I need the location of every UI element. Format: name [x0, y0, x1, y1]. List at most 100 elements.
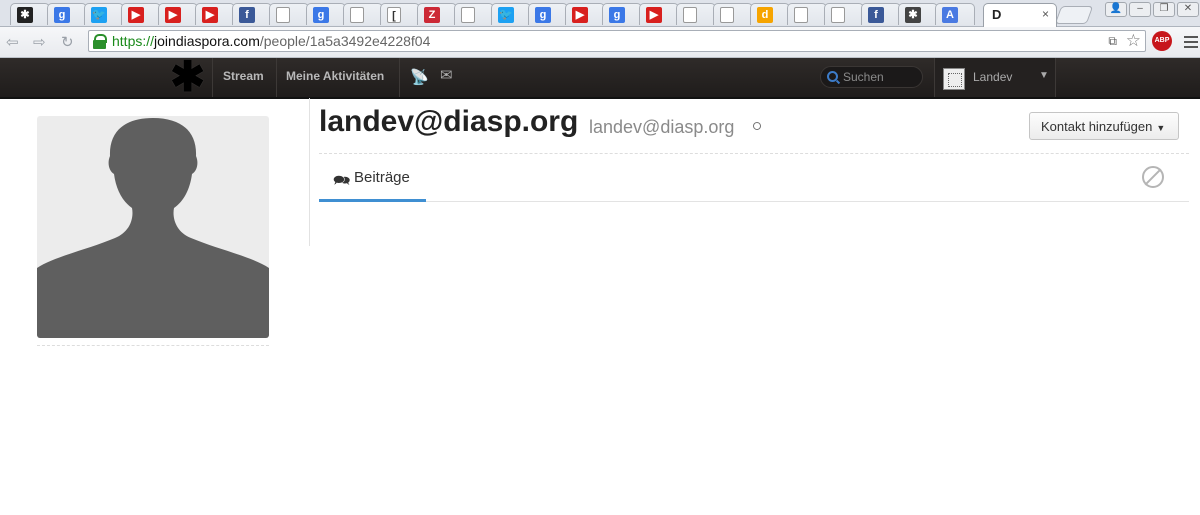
- url-text[interactable]: https://joindiaspora.com/people/1a5a3492…: [112, 33, 430, 49]
- browser-tab[interactable]: ▶: [195, 3, 235, 25]
- tab-favicon-page-icon: [350, 7, 364, 23]
- profile-header-divider: [319, 153, 1189, 154]
- tab-favicon-page-icon: [831, 7, 845, 23]
- back-button-icon[interactable]: ⇦: [6, 33, 19, 51]
- header-divider: [212, 58, 213, 97]
- browser-tab[interactable]: f: [861, 3, 901, 25]
- reload-button-icon[interactable]: ↻: [61, 33, 74, 51]
- tab-favicon-translate-icon: A: [942, 7, 958, 23]
- lock-icon-body: [93, 40, 106, 49]
- add-contact-button[interactable]: Kontakt hinzufügen ▼: [1029, 112, 1179, 140]
- user-menu[interactable]: Landev ▼: [934, 58, 1056, 97]
- notifications-icon[interactable]: 📡: [410, 68, 429, 86]
- bookmark-star-icon[interactable]: ☆: [1126, 31, 1141, 51]
- browser-tab[interactable]: ✱: [898, 3, 938, 25]
- tab-posts-label: Beiträge: [354, 169, 410, 186]
- browser-menu-icon[interactable]: [1184, 36, 1198, 51]
- tab-favicon-diaspora-icon: ✱: [17, 7, 33, 23]
- search-icon: [827, 71, 838, 82]
- browser-tab[interactable]: [787, 3, 827, 25]
- tab-favicon-google-icon: g: [313, 7, 329, 23]
- profile-icon[interactable]: 👤: [1105, 2, 1127, 17]
- url-path: /people/1a5a3492e4228f04: [259, 33, 431, 49]
- browser-tab[interactable]: ▶: [121, 3, 161, 25]
- adblock-plus-icon[interactable]: ABP: [1152, 31, 1172, 51]
- translate-icon[interactable]: ⧉: [1108, 34, 1117, 49]
- browser-tab[interactable]: g: [47, 3, 87, 25]
- nav-my-activity-link[interactable]: Meine Aktivitäten: [286, 69, 384, 83]
- tab-favicon-facebook-icon: f: [239, 7, 255, 23]
- minimize-window-button[interactable]: –: [1129, 2, 1151, 17]
- tab-favicon-youtube-icon: ▶: [165, 7, 181, 23]
- browser-tab[interactable]: g: [602, 3, 642, 25]
- profile-handle: landev@diasp.org: [589, 117, 735, 137]
- diaspora-header: ✱ Stream Meine Aktivitäten 📡 ✉ Suchen La…: [0, 56, 1200, 99]
- tab-favicon-youtube-icon: ▶: [646, 7, 662, 23]
- browser-tab[interactable]: ▶: [158, 3, 198, 25]
- search-placeholder: Suchen: [843, 70, 884, 84]
- browser-tab[interactable]: ✱: [10, 3, 50, 25]
- forward-button-icon[interactable]: ⇨: [33, 33, 46, 51]
- browser-tab[interactable]: ▶: [639, 3, 679, 25]
- tab-favicon-page-icon: [683, 7, 697, 23]
- browser-tab[interactable]: 🐦: [491, 3, 531, 25]
- person-silhouette-icon: [37, 118, 269, 338]
- browser-tab[interactable]: A: [935, 3, 975, 25]
- tab-favicon-twitter-icon: 🐦: [91, 7, 107, 23]
- messages-icon[interactable]: ✉: [440, 66, 453, 84]
- header-divider: [276, 58, 277, 97]
- tab-favicon-audio-icon: [: [387, 7, 401, 23]
- chevron-down-icon: ▼: [1039, 70, 1049, 81]
- url-scheme: https://: [112, 33, 155, 49]
- tab-favicon-youtube-icon: ▶: [572, 7, 588, 23]
- address-bar[interactable]: https://joindiaspora.com/people/1a5a3492…: [88, 30, 1146, 52]
- browser-tab[interactable]: [676, 3, 716, 25]
- browser-tab[interactable]: f: [232, 3, 272, 25]
- column-divider: [309, 98, 310, 246]
- browser-tab[interactable]: g: [306, 3, 346, 25]
- tabs-underline: [319, 201, 1189, 202]
- browser-tab[interactable]: Z: [417, 3, 457, 25]
- browser-tab[interactable]: ▶: [565, 3, 605, 25]
- browser-tab[interactable]: [343, 3, 383, 25]
- tab-favicon-youtube-icon: ▶: [202, 7, 218, 23]
- diaspora-logo-icon[interactable]: ✱: [170, 56, 205, 98]
- tab-favicon-google-icon: g: [609, 7, 625, 23]
- browser-tab[interactable]: [269, 3, 309, 25]
- browser-tab[interactable]: [713, 3, 753, 25]
- browser-tab[interactable]: d: [750, 3, 790, 25]
- block-user-icon[interactable]: [1142, 166, 1164, 188]
- tab-favicon-page-icon: [720, 7, 734, 23]
- profile-name: landev@diasp.org: [319, 105, 579, 138]
- header-divider: [399, 58, 400, 97]
- browser-tab[interactable]: g: [528, 3, 568, 25]
- add-contact-label: Kontakt hinzufügen: [1041, 119, 1153, 134]
- avatar-divider: [37, 345, 269, 346]
- url-host: joindiaspora.com: [154, 33, 260, 49]
- search-input[interactable]: Suchen: [820, 66, 923, 88]
- tab-active[interactable]: D ×: [983, 3, 1057, 27]
- close-icon[interactable]: ×: [1042, 7, 1049, 21]
- browser-tab[interactable]: [: [380, 3, 420, 25]
- profile-avatar: [37, 116, 269, 338]
- nav-stream-link[interactable]: Stream: [223, 69, 264, 83]
- tab-favicon-page-icon: [794, 7, 808, 23]
- user-avatar: [943, 68, 965, 90]
- tab-favicon-page-icon: [276, 7, 290, 23]
- new-tab-button[interactable]: [1054, 6, 1094, 24]
- link-icon[interactable]: [751, 120, 763, 132]
- posts-icon: 🗪: [333, 172, 351, 188]
- tab-favicon-zotero-icon: Z: [424, 7, 440, 23]
- tab-favicon-settings-icon: ✱: [905, 7, 921, 23]
- user-name: Landev: [973, 70, 1013, 84]
- browser-tab[interactable]: 🐦: [84, 3, 124, 25]
- tab-posts[interactable]: 🗪 Beiträge: [319, 162, 426, 202]
- close-window-button[interactable]: ✕: [1177, 2, 1199, 17]
- tab-favicon-page-icon: [461, 7, 475, 23]
- browser-tab[interactable]: [824, 3, 864, 25]
- tab-favicon-youtube-icon: ▶: [128, 7, 144, 23]
- restore-window-button[interactable]: ❐: [1153, 2, 1175, 17]
- browser-tab-strip: ✱ g 🐦 ▶ ▶ ▶ f g [Z 🐦 g ▶ g ▶ d f ✱ A D × 👤 – ❐ ✕: [0, 0, 1200, 27]
- caret-down-icon: ▼: [1156, 123, 1166, 133]
- browser-tab[interactable]: [454, 3, 494, 25]
